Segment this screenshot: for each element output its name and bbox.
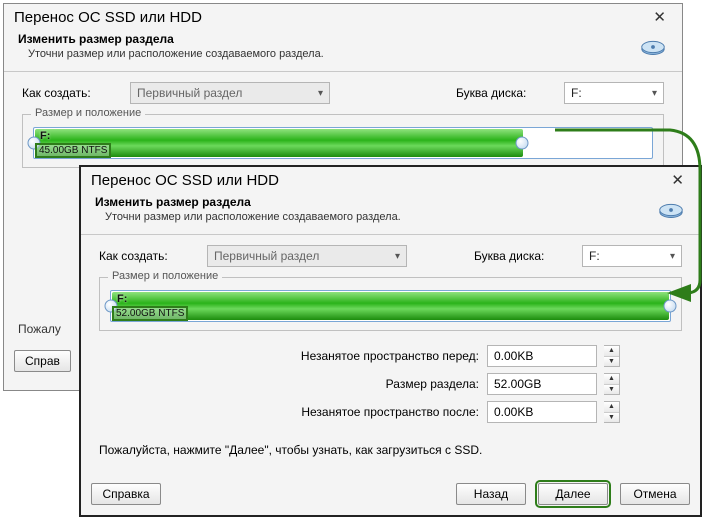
create-select[interactable]: Первичный раздел ▾ xyxy=(130,82,330,104)
spinner-up-icon[interactable]: ▲ xyxy=(604,402,619,413)
instruction-text: Пожалуйста, нажмите "Далее", чтобы узнат… xyxy=(81,429,700,463)
chevron-down-icon: ▾ xyxy=(670,251,675,262)
slider-drive-label: F: xyxy=(117,293,127,305)
partsize-spinner[interactable]: ▲▼ xyxy=(604,373,620,395)
partsize-label: Размер раздела: xyxy=(121,377,479,391)
row-partsize: Размер раздела: ▲▼ xyxy=(121,373,620,395)
drive-label: Буква диска: xyxy=(474,249,564,263)
drive-label: Буква диска: xyxy=(456,86,546,100)
slider-drive-label: F: xyxy=(40,130,50,142)
create-select-value: Первичный раздел xyxy=(137,86,242,100)
header-subtitle: Изменить размер раздела xyxy=(95,195,401,209)
drive-select-value: F: xyxy=(589,249,600,263)
spinner-up-icon[interactable]: ▲ xyxy=(604,374,619,385)
header-subtext: Уточни размер или расположение создаваем… xyxy=(18,48,324,60)
spinner-down-icon[interactable]: ▼ xyxy=(604,385,619,395)
header-front: Изменить размер раздела Уточни размер ил… xyxy=(81,193,700,235)
row-create-front: Как создать: Первичный раздел ▾ Буква ди… xyxy=(81,235,700,273)
header-subtitle: Изменить размер раздела xyxy=(18,32,324,46)
chevron-down-icon: ▾ xyxy=(395,251,400,262)
spinner-down-icon[interactable]: ▼ xyxy=(604,357,619,367)
next-button[interactable]: Далее xyxy=(538,483,608,505)
chevron-down-icon: ▾ xyxy=(318,88,323,99)
after-spinner[interactable]: ▲▼ xyxy=(604,401,620,423)
create-label: Как создать: xyxy=(99,249,189,263)
close-icon[interactable]: ✕ xyxy=(665,171,690,189)
titlebar-front: Перенос ОС SSD или HDD ✕ xyxy=(81,167,700,193)
help-button-partial[interactable]: Справ xyxy=(14,350,71,372)
cancel-button[interactable]: Отмена xyxy=(620,483,690,505)
help-button[interactable]: Справка xyxy=(91,483,161,505)
close-icon[interactable]: ✕ xyxy=(647,8,672,26)
drive-select[interactable]: F: ▾ xyxy=(564,82,664,104)
instruction-partial: Пожалу xyxy=(18,322,61,336)
dialog-front: Перенос ОС SSD или HDD ✕ Изменить размер… xyxy=(79,165,702,517)
slider-size-label: 52.00GB NTFS xyxy=(114,308,186,319)
slider-fill xyxy=(112,292,669,320)
drive-select[interactable]: F: ▾ xyxy=(582,245,682,267)
row-create-back: Как создать: Первичный раздел ▾ Буква ди… xyxy=(4,72,682,110)
after-label: Незанятое пространство после: xyxy=(121,405,479,419)
before-input[interactable] xyxy=(487,345,597,367)
button-bar: Справка Назад Далее Отмена xyxy=(91,483,690,505)
partition-slider-front[interactable]: F: 52.00GB NTFS xyxy=(110,290,671,322)
create-label: Как создать: xyxy=(22,86,112,100)
spinner-up-icon[interactable]: ▲ xyxy=(604,346,619,357)
window-title: Перенос ОС SSD или HDD xyxy=(91,172,279,189)
create-select-value: Первичный раздел xyxy=(214,249,319,263)
header-subtext: Уточни размер или расположение создаваем… xyxy=(95,211,401,223)
fieldset-legend: Размер и положение xyxy=(31,107,145,119)
before-label: Незанятое пространство перед: xyxy=(121,349,479,363)
size-fieldset-back: Размер и положение F: 45.00GB NTFS xyxy=(22,114,664,168)
slider-handle-right[interactable] xyxy=(664,300,677,313)
partsize-input[interactable] xyxy=(487,373,597,395)
fieldset-legend: Размер и положение xyxy=(108,270,222,282)
after-input[interactable] xyxy=(487,401,597,423)
size-fieldset-front: Размер и положение F: 52.00GB NTFS xyxy=(99,277,682,331)
row-after: Незанятое пространство после: ▲▼ xyxy=(121,401,620,423)
disk-icon xyxy=(638,32,668,65)
partition-slider-back[interactable]: F: 45.00GB NTFS xyxy=(33,127,653,159)
slider-size-label: 45.00GB NTFS xyxy=(37,145,109,156)
slider-handle-right[interactable] xyxy=(516,137,529,150)
create-select[interactable]: Первичный раздел ▾ xyxy=(207,245,407,267)
disk-icon xyxy=(656,195,686,228)
spinner-down-icon[interactable]: ▼ xyxy=(604,413,619,423)
chevron-down-icon: ▾ xyxy=(652,88,657,99)
titlebar-back: Перенос ОС SSD или HDD ✕ xyxy=(4,4,682,30)
drive-select-value: F: xyxy=(571,86,582,100)
before-spinner[interactable]: ▲▼ xyxy=(604,345,620,367)
back-button[interactable]: Назад xyxy=(456,483,526,505)
window-title: Перенос ОС SSD или HDD xyxy=(14,9,202,26)
header-back: Изменить размер раздела Уточни размер ил… xyxy=(4,30,682,72)
row-before: Незанятое пространство перед: ▲▼ xyxy=(121,345,620,367)
